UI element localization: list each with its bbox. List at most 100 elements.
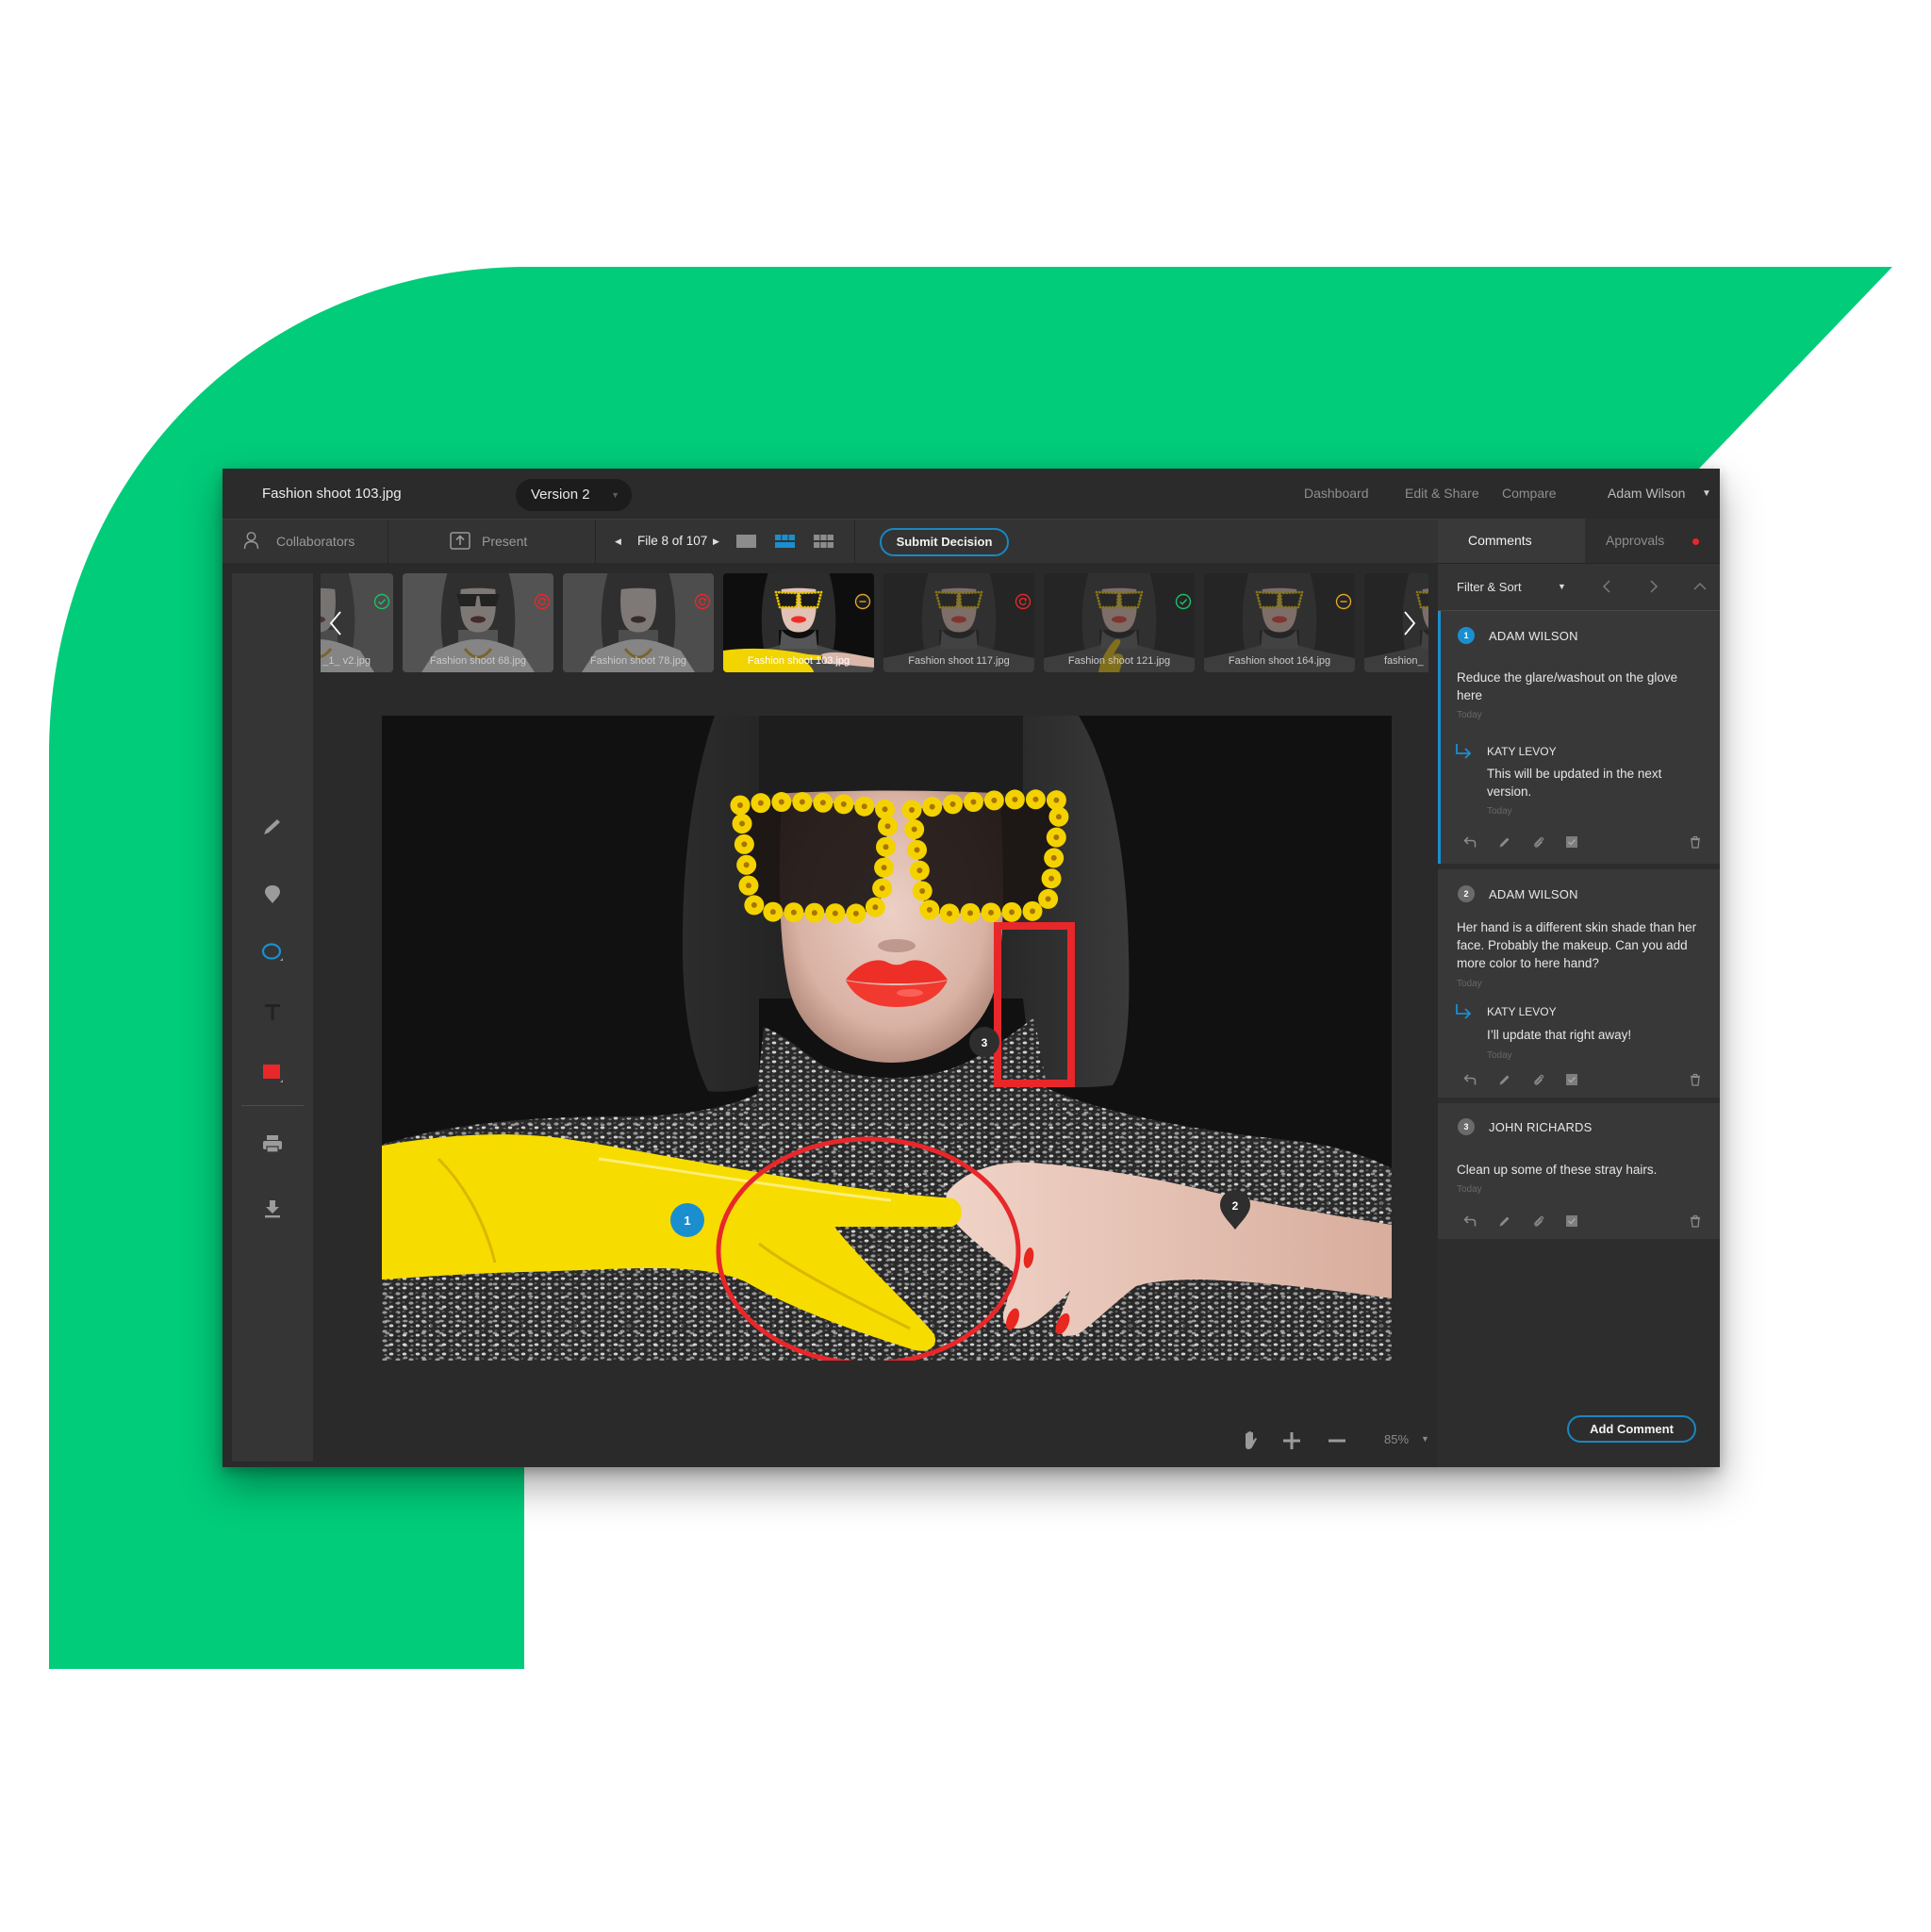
annotation-marker-1[interactable]: 1 (670, 1203, 704, 1237)
comment-header: 1 ADAM WILSON (1457, 611, 1701, 648)
comments-panel: Comments Approvals Filter & Sort ▼ 1 ADA… (1438, 519, 1720, 1467)
comment-actions (1438, 833, 1720, 851)
tab-comments[interactable]: Comments (1438, 519, 1585, 563)
resolve-checkbox-icon[interactable] (1565, 1073, 1578, 1086)
next-file-icon[interactable]: ▶ (713, 520, 719, 563)
comment-reply: KATY LEVOY This will be updated in the n… (1456, 743, 1701, 818)
reply-icon[interactable] (1463, 1214, 1477, 1228)
comment-time: Today (1457, 1184, 1482, 1195)
edit-icon[interactable] (1498, 1214, 1511, 1228)
comment-card[interactable]: 3 JOHN RICHARDS Clean up some of these s… (1438, 1103, 1720, 1239)
thumbnail-label: fashion_ (1384, 655, 1424, 667)
present-button[interactable]: Present (388, 520, 596, 563)
submit-decision-button[interactable]: Submit Decision (880, 528, 1009, 556)
changes-requested-status-icon (534, 593, 551, 610)
edit-icon[interactable] (1498, 1073, 1511, 1086)
title-bar: Fashion shoot 103.jpg Version 2 ▼ Dashbo… (223, 469, 1720, 519)
edit-icon[interactable] (1498, 835, 1511, 849)
svg-text:2: 2 (1232, 1199, 1239, 1213)
comment-header: 2 ADAM WILSON (1457, 869, 1701, 906)
tab-approvals-label: Approvals (1606, 533, 1665, 548)
present-label: Present (482, 534, 528, 549)
comment-text: Clean up some of these stray hairs. (1457, 1163, 1658, 1177)
filmstrip-view-icon[interactable] (775, 535, 795, 548)
pin-icon[interactable] (261, 883, 284, 905)
color-picker-icon[interactable] (261, 1062, 284, 1084)
comment-number-badge: 3 (1458, 1118, 1475, 1135)
reply-icon[interactable] (1463, 1073, 1477, 1086)
pending-status-icon (1335, 593, 1352, 610)
comment-card[interactable]: 1 ADAM WILSON Reduce the glare/washout o… (1438, 611, 1720, 864)
reply-author: KATY LEVOY (1487, 745, 1557, 758)
collapse-icon[interactable] (1693, 580, 1707, 593)
comment-text: Her hand is a different skin shade than … (1457, 920, 1697, 970)
nav-edit-share[interactable]: Edit & Share (1405, 469, 1479, 519)
reply-arrow-icon (1456, 744, 1472, 759)
delete-icon[interactable] (1689, 1214, 1702, 1228)
person-icon (243, 532, 259, 550)
single-view-icon[interactable] (736, 535, 756, 548)
comment-card[interactable]: 2 ADAM WILSON Her hand is a different sk… (1438, 869, 1720, 1098)
tab-approvals[interactable]: Approvals (1585, 519, 1720, 563)
attachment-icon[interactable] (1532, 1073, 1545, 1086)
attachment-icon[interactable] (1532, 1214, 1545, 1228)
delete-icon[interactable] (1689, 835, 1702, 849)
chevron-down-icon[interactable]: ▼ (1558, 564, 1566, 610)
chevron-down-icon[interactable]: ▼ (1702, 469, 1711, 519)
filter-sort-dropdown[interactable]: Filter & Sort (1457, 564, 1522, 610)
next-comment-icon[interactable] (1646, 580, 1659, 593)
thumbnail[interactable]: Fashion shoot 78.jpg (563, 573, 714, 672)
file-title: Fashion shoot 103.jpg (262, 486, 402, 502)
comment-time: Today (1457, 710, 1482, 720)
notification-dot (1692, 538, 1699, 545)
chevron-left-icon[interactable] (329, 611, 342, 636)
resolve-checkbox-icon[interactable] (1565, 835, 1578, 849)
delete-icon[interactable] (1689, 1073, 1702, 1086)
previous-comment-icon[interactable] (1601, 580, 1614, 593)
thumbnail[interactable]: fashion_ (1364, 573, 1428, 672)
resolve-checkbox-icon[interactable] (1565, 1214, 1578, 1228)
zoom-level[interactable]: 85% (1384, 1432, 1409, 1446)
thumbnail-label: Fashion shoot 121.jpg (1067, 655, 1171, 667)
thumbnail[interactable]: Fashion shoot 164.jpg (1204, 573, 1355, 672)
pan-hand-icon[interactable] (1243, 1430, 1259, 1450)
reply-icon[interactable] (1463, 835, 1477, 849)
annotation-marker-3[interactable]: 3 (969, 1027, 999, 1057)
grid-view-icon[interactable] (814, 535, 833, 548)
reply-time: Today (1487, 806, 1512, 817)
collaborators-button[interactable]: Collaborators (223, 520, 388, 563)
version-selector[interactable]: Version 2 ▼ (516, 479, 632, 511)
approved-status-icon (373, 593, 390, 610)
thumbnail[interactable]: Fashion shoot 103.jpg (723, 573, 874, 672)
annotation-toolbar (232, 573, 313, 1461)
viewer-area: _1_ v2.jpg Fashion shoot 68.jpg Fashion sh… (223, 563, 1438, 1467)
thumbnail[interactable]: Fashion shoot 117.jpg (883, 573, 1034, 672)
thumbnail-label: Fashion shoot 68.jpg (429, 655, 527, 667)
previous-file-icon[interactable]: ◀ (615, 520, 621, 563)
thumbnail-label: Fashion shoot 78.jpg (589, 655, 687, 667)
attachment-icon[interactable] (1532, 835, 1545, 849)
chevron-right-icon[interactable] (1403, 611, 1416, 636)
thumbnail[interactable]: Fashion shoot 121.jpg (1044, 573, 1195, 672)
text-tool-icon[interactable] (261, 1000, 284, 1023)
user-menu[interactable]: Adam Wilson (1608, 469, 1685, 519)
comment-number-badge: 1 (1458, 627, 1475, 644)
proof-image[interactable]: 1 2 3 (382, 716, 1392, 1361)
zoom-in-icon[interactable] (1282, 1431, 1301, 1450)
pencil-icon[interactable] (261, 816, 284, 838)
pending-status-icon (854, 593, 871, 610)
print-icon[interactable] (261, 1132, 284, 1155)
thumbnail[interactable]: Fashion shoot 68.jpg (403, 573, 553, 672)
zoom-out-icon[interactable] (1328, 1431, 1346, 1450)
nav-dashboard[interactable]: Dashboard (1304, 469, 1369, 519)
comment-header: 3 JOHN RICHARDS (1457, 1103, 1701, 1139)
add-comment-button[interactable]: Add Comment (1567, 1415, 1696, 1443)
comment-time: Today (1457, 979, 1482, 989)
chevron-down-icon[interactable]: ▼ (1421, 1434, 1429, 1444)
toolbar-divider (241, 1105, 304, 1106)
nav-compare[interactable]: Compare (1502, 469, 1557, 519)
ellipse-tool-icon[interactable] (261, 941, 284, 964)
thumbnail-label: Fashion shoot 164.jpg (1228, 655, 1331, 667)
download-icon[interactable] (261, 1197, 284, 1220)
reply-text: This will be updated in the next version… (1487, 767, 1662, 799)
